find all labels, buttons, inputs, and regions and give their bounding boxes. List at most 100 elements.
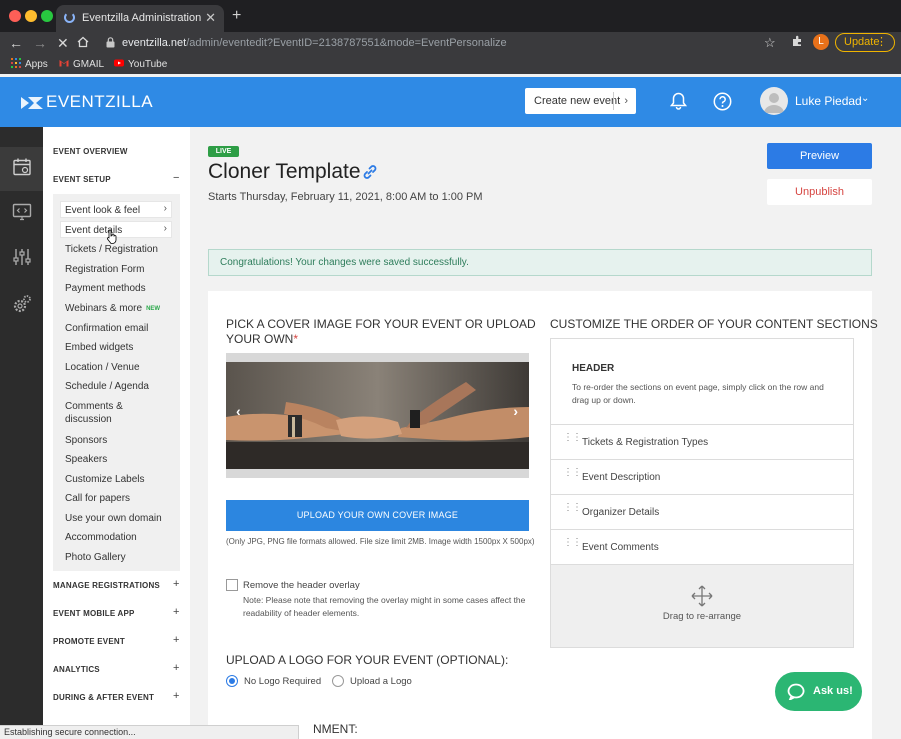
sidebar-item-customize-labels[interactable]: Customize Labels [65, 473, 144, 486]
drag-handle-icon[interactable]: ⋮⋮ [563, 503, 582, 513]
new-badge: NEW [146, 306, 161, 312]
url-path: /admin/eventedit?EventID=2138787551&mode… [186, 37, 507, 49]
drag-drop-area[interactable]: Drag to re-arrange [551, 565, 853, 647]
minimize-window-button[interactable] [25, 10, 37, 22]
sidebar-item-registration-form[interactable]: Registration Form [65, 263, 144, 276]
link-icon[interactable] [362, 164, 378, 180]
stop-loading-icon[interactable]: ✕ [57, 35, 69, 52]
carousel-next-icon[interactable]: › [513, 403, 518, 419]
website-code-icon[interactable] [12, 202, 32, 222]
url-field[interactable]: eventzilla.net/admin/eventedit?EventID=2… [102, 33, 782, 53]
remove-overlay-checkbox[interactable] [226, 579, 238, 591]
drag-handle-icon[interactable]: ⋮⋮ [563, 433, 582, 443]
sidebar-item-confirmation-email[interactable]: Confirmation email [65, 322, 148, 335]
bookmark-label: GMAIL [73, 59, 105, 70]
remove-overlay-label[interactable]: Remove the header overlay [243, 580, 360, 591]
icon-rail [0, 127, 43, 739]
nav-promote-event[interactable]: PROMOTE EVENT [53, 637, 125, 646]
collapse-icon[interactable]: − [173, 172, 179, 184]
order-row-label: Event Comments [582, 542, 659, 553]
tab-title: Eventzilla Administration [82, 12, 202, 24]
maximize-window-button[interactable] [41, 10, 53, 22]
bookmark-youtube[interactable]: YouTube [114, 58, 167, 70]
address-bar-row: ← → ✕ eventzilla.net/admin/eventedit?Eve… [0, 32, 901, 54]
new-tab-icon[interactable]: + [232, 7, 241, 25]
notifications-bell-icon[interactable] [670, 92, 687, 110]
user-name[interactable]: Luke Piedad [795, 94, 862, 108]
sidebar-item-tickets[interactable]: Tickets / Registration [65, 243, 158, 256]
unpublish-button[interactable]: Unpublish [767, 179, 872, 205]
order-row-comments[interactable]: ⋮⋮ Event Comments [551, 530, 853, 565]
expand-icon[interactable]: + [173, 634, 179, 646]
upload-logo-radio[interactable] [332, 675, 344, 687]
forward-icon[interactable]: → [33, 35, 47, 51]
alignment-heading: NMENT: [313, 722, 358, 736]
sliders-icon[interactable] [12, 247, 32, 267]
expand-icon[interactable]: + [173, 690, 179, 702]
sidebar-item-speakers[interactable]: Speakers [65, 453, 107, 466]
expand-icon[interactable]: + [173, 578, 179, 590]
close-tab-icon[interactable]: ✕ [205, 10, 216, 26]
url-host: eventzilla.net [122, 37, 187, 49]
back-icon[interactable]: ← [9, 35, 23, 51]
order-row-organizer[interactable]: ⋮⋮ Organizer Details [551, 495, 853, 530]
nav-event-mobile-app[interactable]: EVENT MOBILE APP [53, 609, 135, 618]
nav-analytics[interactable]: ANALYTICS [53, 665, 100, 674]
success-alert: Congratulations! Your changes were saved… [208, 249, 872, 276]
logo-heading: UPLOAD A LOGO FOR YOUR EVENT (OPTIONAL): [226, 653, 509, 667]
sidebar-item-own-domain[interactable]: Use your own domain [65, 512, 162, 525]
order-row-description[interactable]: ⋮⋮ Event Description [551, 460, 853, 495]
settings-gears-icon[interactable] [12, 294, 32, 314]
bookmark-apps[interactable]: Apps [11, 58, 48, 70]
sidebar-item-call-for-papers[interactable]: Call for papers [65, 492, 130, 505]
order-heading: CUSTOMIZE THE ORDER OF YOUR CONTENT SECT… [550, 317, 878, 331]
user-avatar[interactable] [760, 87, 788, 115]
browser-tab[interactable]: Eventzilla Administration ✕ [56, 5, 224, 32]
bookmark-gmail[interactable]: GMAIL [59, 58, 104, 70]
cover-image-carousel[interactable]: ‹ › [226, 353, 529, 478]
sidebar-item-comments[interactable]: Comments & discussion [65, 400, 150, 426]
help-icon[interactable] [713, 92, 732, 111]
sidebar-item-photo-gallery[interactable]: Photo Gallery [65, 551, 126, 564]
extensions-icon[interactable] [791, 35, 803, 50]
profile-avatar[interactable]: L [813, 34, 829, 50]
close-window-button[interactable] [9, 10, 21, 22]
sidebar-item-schedule[interactable]: Schedule / Agenda [65, 380, 149, 393]
no-logo-label[interactable]: No Logo Required [244, 676, 321, 687]
browser-update-button[interactable]: Update ⋮ [835, 33, 895, 52]
chevron-right-icon: › [163, 203, 167, 214]
order-row-tickets[interactable]: ⋮⋮ Tickets & Registration Types [551, 425, 853, 460]
nav-event-overview[interactable]: EVENT OVERVIEW [53, 147, 128, 156]
sidebar-item-embed-widgets[interactable]: Embed widgets [65, 341, 133, 354]
sidebar-item-sponsors[interactable]: Sponsors [65, 434, 107, 447]
bookmark-star-icon[interactable]: ☆ [764, 35, 776, 51]
upload-note: (Only JPG, PNG file formats allowed. Fil… [226, 537, 535, 546]
carousel-prev-icon[interactable]: ‹ [236, 403, 241, 419]
preview-button[interactable]: Preview [767, 143, 872, 169]
order-row-label: Organizer Details [582, 507, 660, 518]
sidebar-item-look-feel[interactable]: Event look & feel [65, 204, 140, 217]
no-logo-radio[interactable] [226, 675, 238, 687]
drag-handle-icon[interactable]: ⋮⋮ [563, 538, 582, 548]
nav-during-after-event[interactable]: DURING & AFTER EVENT [53, 693, 154, 702]
eventzilla-logo[interactable]: EVENTZILLA [21, 92, 153, 112]
sidebar-item-location[interactable]: Location / Venue [65, 361, 140, 374]
ask-us-chat-button[interactable]: Ask us! [775, 672, 862, 711]
browser-tab-bar: Eventzilla Administration ✕ + [0, 0, 901, 32]
calendar-icon[interactable] [12, 157, 32, 177]
create-new-event-button[interactable]: Create new event › [525, 88, 636, 114]
drag-handle-icon[interactable]: ⋮⋮ [563, 468, 582, 478]
sidebar-item-webinars[interactable]: Webinars & more NEW [65, 302, 160, 316]
upload-cover-button[interactable]: UPLOAD YOUR OWN COVER IMAGE [226, 500, 529, 531]
nav-event-setup[interactable]: EVENT SETUP [53, 175, 111, 184]
nav-manage-registrations[interactable]: MANAGE REGISTRATIONS [53, 581, 160, 590]
expand-icon[interactable]: + [173, 662, 179, 674]
chevron-down-icon[interactable]: ⌄ [861, 93, 869, 104]
sidebar-item-accommodation[interactable]: Accommodation [65, 531, 137, 544]
sidebar-item-payment-methods[interactable]: Payment methods [65, 282, 146, 295]
bookmarks-bar: Apps GMAIL YouTube [0, 54, 901, 74]
home-icon[interactable] [77, 35, 89, 51]
expand-icon[interactable]: + [173, 606, 179, 618]
upload-logo-label[interactable]: Upload a Logo [350, 676, 412, 687]
header-section-title: HEADER [572, 363, 615, 374]
